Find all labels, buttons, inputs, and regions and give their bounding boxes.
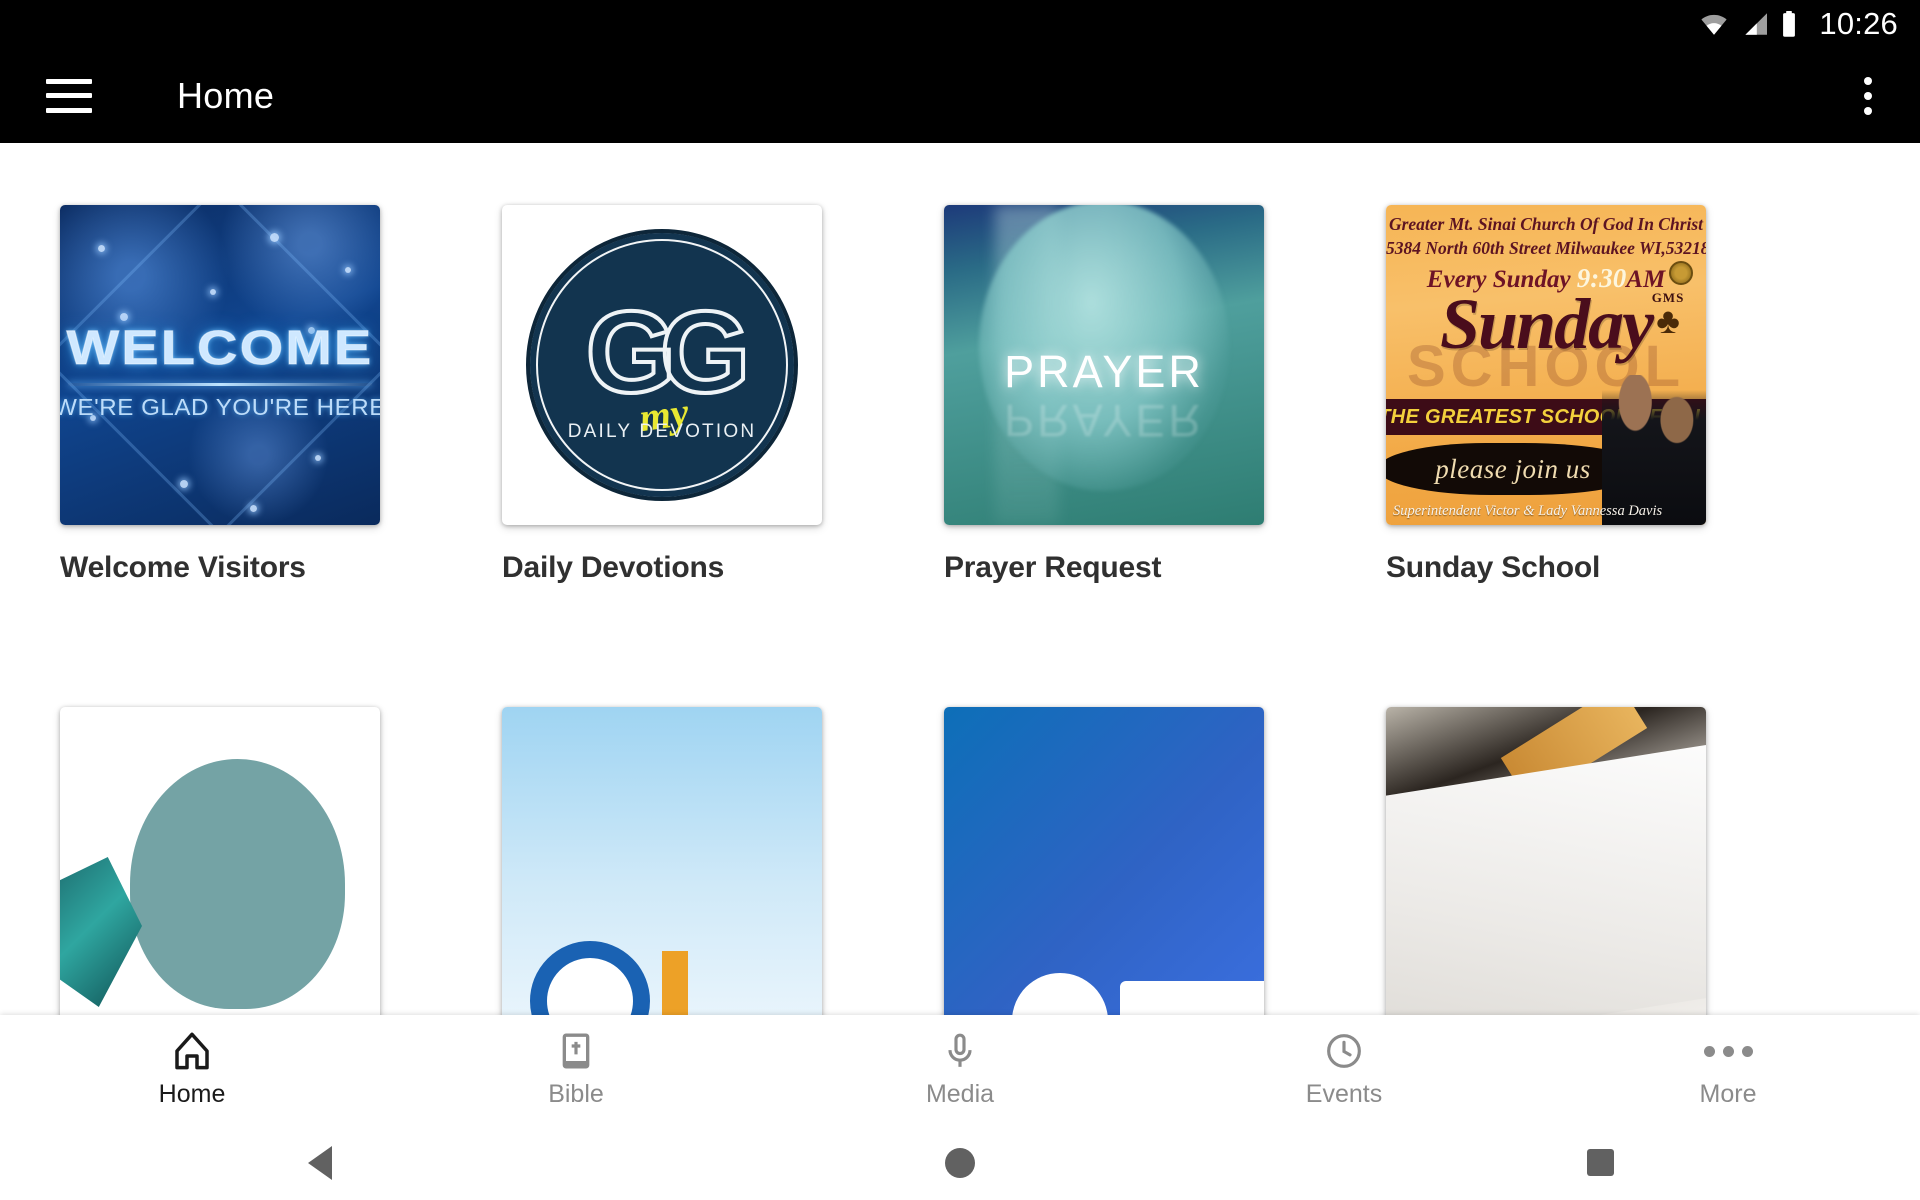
prayer-headline: PRAYER: [1004, 345, 1204, 397]
card-row2-documents[interactable]: [1386, 707, 1706, 1015]
more-dots-icon: [1703, 1031, 1753, 1071]
overflow-menu-icon[interactable]: [1864, 76, 1872, 115]
hamburger-menu-icon[interactable]: [46, 78, 92, 113]
flyer-seal-icon: [1669, 261, 1693, 285]
system-back-button[interactable]: [0, 1145, 640, 1180]
flyer-address: 5384 North 60th Street Milwaukee WI,5321…: [1386, 238, 1706, 258]
card-daily-devotions[interactable]: GG my DAILY DEVOTION: [502, 205, 822, 525]
card-row2-blue-gradient[interactable]: [944, 707, 1264, 1015]
welcome-subline: WE'RE GLAD YOU'RE HERE: [60, 394, 380, 421]
teal-blob-decoration: [130, 759, 346, 1009]
bible-book-icon: [562, 1033, 590, 1069]
white-rect-decoration: [1120, 981, 1264, 1015]
clock-icon: [1327, 1034, 1361, 1068]
nav-item-media[interactable]: Media: [768, 1015, 1152, 1125]
devotion-logo-circle: GG my DAILY DEVOTION: [526, 229, 798, 501]
card-label-welcome-visitors: Welcome Visitors: [60, 551, 306, 584]
paper-sheet-decoration: [1386, 739, 1706, 1015]
wifi-icon: [1701, 14, 1728, 35]
card-row2-teal-abstract[interactable]: [60, 707, 380, 1015]
android-system-navigation: [0, 1125, 1920, 1200]
card-prayer-request[interactable]: PRAYER PRAYER: [944, 205, 1264, 525]
welcome-headline: WELCOME: [66, 322, 374, 376]
card-label-prayer-request: Prayer Request: [944, 551, 1162, 584]
tree-icon: ♣: [1656, 301, 1680, 341]
prayer-headline-reflection: PRAYER: [1004, 394, 1204, 446]
grid-cell-row2-4: [1386, 707, 1706, 1015]
flyer-credit: Superintendent Victor & Lady Vannessa Da…: [1393, 503, 1663, 519]
back-triangle-icon: [308, 1145, 332, 1180]
nav-label-home: Home: [158, 1080, 226, 1108]
grid-cell-welcome-visitors: WELCOME WE'RE GLAD YOU'RE HERE Welcome V…: [60, 205, 380, 585]
status-bar: 10:26: [0, 0, 1920, 48]
card-label-daily-devotions: Daily Devotions: [502, 551, 725, 584]
system-recents-button[interactable]: [1280, 1149, 1920, 1176]
nav-label-bible: Bible: [548, 1080, 604, 1108]
nav-item-bible[interactable]: Bible: [384, 1015, 768, 1125]
home-content: WELCOME WE'RE GLAD YOU'RE HERE Welcome V…: [0, 143, 1920, 1015]
orange-bar-decoration: [662, 951, 688, 1015]
cellular-signal-icon: [1745, 13, 1768, 35]
home-church-icon: [175, 1032, 209, 1070]
card-welcome-visitors[interactable]: WELCOME WE'RE GLAD YOU'RE HERE: [60, 205, 380, 525]
microphone-icon: [948, 1033, 972, 1067]
grid-cell-row2-2: [502, 707, 822, 1015]
home-circle-icon: [945, 1147, 975, 1178]
home-grid-row-1: WELCOME WE'RE GLAD YOU'RE HERE Welcome V…: [0, 143, 1920, 585]
app-bar: Home: [0, 48, 1920, 143]
battery-icon: [1783, 11, 1796, 37]
system-home-button[interactable]: [640, 1147, 1280, 1178]
flyer-gms-logo: GMS ♣: [1642, 290, 1694, 352]
grid-cell-prayer-request: PRAYER PRAYER Prayer Request: [944, 205, 1264, 585]
blue-ring-decoration: [530, 941, 650, 1015]
flyer-church-name: Greater Mt. Sinai Church Of God In Chris…: [1388, 214, 1704, 234]
grid-cell-row2-3: [944, 707, 1264, 1015]
nav-label-more: More: [1699, 1080, 1757, 1108]
white-circle-decoration: [1012, 973, 1108, 1015]
grid-cell-sunday-school: Greater Mt. Sinai Church Of God In Chris…: [1386, 205, 1706, 585]
bottom-navigation-bar: Home Bible Media Events More: [0, 1015, 1920, 1125]
grid-cell-row2-1: [60, 707, 380, 1015]
status-icons: 10:26: [1699, 6, 1898, 42]
nav-item-events[interactable]: Events: [1152, 1015, 1536, 1125]
welcome-divider: [68, 383, 372, 387]
card-sunday-school[interactable]: Greater Mt. Sinai Church Of God In Chris…: [1386, 205, 1706, 525]
recents-square-icon: [1586, 1149, 1614, 1176]
welcome-text-block: WELCOME WE'RE GLAD YOU'RE HERE: [60, 321, 380, 421]
nav-label-media: Media: [925, 1080, 995, 1108]
grid-cell-daily-devotions: GG my DAILY DEVOTION Daily Devotions: [502, 205, 822, 585]
nav-item-home[interactable]: Home: [0, 1015, 384, 1125]
home-grid-row-2: [0, 645, 1920, 1015]
card-label-sunday-school: Sunday School: [1386, 551, 1601, 584]
status-time: 10:26: [1819, 6, 1898, 41]
page-title: Home: [177, 74, 275, 116]
nav-item-more[interactable]: More: [1536, 1015, 1920, 1125]
flyer-ribbon-text: please join us: [1435, 453, 1591, 484]
nav-label-events: Events: [1305, 1080, 1383, 1108]
devotion-wordmark: DAILY DEVOTION: [567, 421, 757, 442]
card-row2-blue-sky[interactable]: [502, 707, 822, 1015]
